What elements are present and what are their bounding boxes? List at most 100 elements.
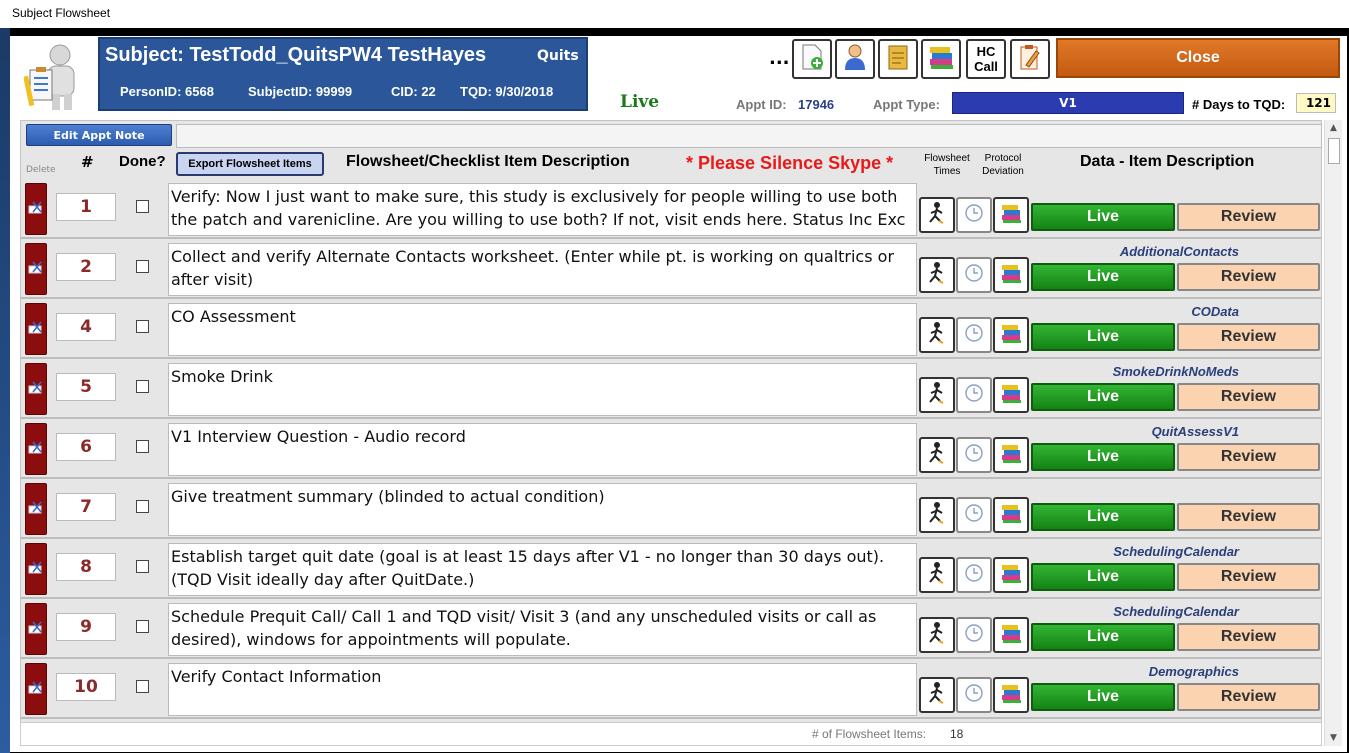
flowsheet-times-button[interactable] [919,197,955,233]
delete-row-button[interactable] [25,543,47,595]
protocol-deviation-button[interactable] [993,257,1029,293]
runner-icon [926,381,948,409]
delete-icon [28,680,44,699]
protocol-deviation-button[interactable] [993,617,1029,653]
clock-button[interactable] [956,257,992,293]
days-to-tqd-field[interactable]: 121 [1296,93,1336,113]
person-button[interactable] [835,39,875,79]
done-checkbox[interactable] [136,380,149,393]
done-checkbox[interactable] [136,500,149,513]
add-document-button[interactable] [792,39,832,79]
clock-button[interactable] [956,617,992,653]
live-button[interactable]: Live [1031,683,1175,711]
delete-row-button[interactable] [25,363,47,415]
protocol-deviation-button[interactable] [993,497,1029,533]
item-number: 2 [56,253,116,281]
flowsheet-times-button[interactable] [919,497,955,533]
subject-title: Subject: TestTodd_QuitsPW4 TestHayes [105,44,487,66]
table-row: 5 Smoke Drink SmokeDrinkNoMeds Live Review [21,361,1321,419]
books-icon [1000,322,1022,348]
delete-icon [28,620,44,639]
delete-row-button[interactable] [25,603,47,655]
clock-button[interactable] [956,437,992,473]
appt-type-field[interactable]: V1 [952,92,1184,114]
done-checkbox[interactable] [136,200,149,213]
flowsheet-times-button[interactable] [919,437,955,473]
flowsheet-times-button[interactable] [919,257,955,293]
live-button[interactable]: Live [1031,443,1175,471]
runner-icon [926,201,948,229]
delete-row-button[interactable] [25,663,47,715]
item-description: Collect and verify Alternate Contacts wo… [168,243,917,296]
edit-appt-note-button[interactable]: Edit Appt Note [26,124,172,146]
delete-icon [28,560,44,579]
flowsheet-times-button[interactable] [919,677,955,713]
item-number: 9 [56,613,116,641]
protocol-deviation-button[interactable] [993,677,1029,713]
flowsheet-times-button[interactable] [919,317,955,353]
protocol-deviation-button[interactable] [993,317,1029,353]
delete-icon [28,500,44,519]
scroll-thumb[interactable] [1328,138,1340,164]
clock-button[interactable] [956,557,992,593]
live-button[interactable]: Live [1031,263,1175,291]
delete-row-button[interactable] [25,483,47,535]
more-options-button[interactable]: ... [769,48,790,69]
live-button[interactable]: Live [1031,323,1175,351]
clock-button[interactable] [956,677,992,713]
export-flowsheet-button[interactable]: Export Flowsheet Items [176,152,324,176]
review-button[interactable]: Review [1177,563,1320,591]
item-number: 1 [56,193,116,221]
flowsheet-times-button[interactable] [919,377,955,413]
person-icon [842,43,868,75]
flowsheet-times-button[interactable] [919,617,955,653]
clipboard-edit-button[interactable] [1010,39,1050,79]
close-button[interactable]: Close [1056,38,1340,78]
protocol-deviation-button[interactable] [993,197,1029,233]
delete-row-button[interactable] [25,183,47,235]
live-button[interactable]: Live [1031,203,1175,231]
notes-button[interactable] [878,39,918,79]
appt-note-field[interactable] [176,124,1322,148]
delete-row-button[interactable] [25,243,47,295]
clock-button[interactable] [956,317,992,353]
delete-row-button[interactable] [25,423,47,475]
runner-icon [926,561,948,589]
scroll-down-arrow-icon[interactable]: ▼ [1325,730,1342,746]
protocol-deviation-button[interactable] [993,437,1029,473]
live-button[interactable]: Live [1031,383,1175,411]
done-checkbox[interactable] [136,620,149,633]
review-button[interactable]: Review [1177,503,1320,531]
clock-button[interactable] [956,377,992,413]
clock-button[interactable] [956,497,992,533]
live-button[interactable]: Live [1031,623,1175,651]
protocol-deviation-button[interactable] [993,557,1029,593]
review-button[interactable]: Review [1177,203,1320,231]
live-button[interactable]: Live [1031,563,1175,591]
review-button[interactable]: Review [1177,323,1320,351]
vertical-scrollbar[interactable]: ▲ ▼ [1324,120,1342,746]
books-icon [1000,262,1022,288]
done-checkbox[interactable] [136,320,149,333]
clock-button[interactable] [956,197,992,233]
review-button[interactable]: Review [1177,623,1320,651]
review-button[interactable]: Review [1177,683,1320,711]
hc-call-button[interactable]: HC Call [966,39,1006,79]
scroll-up-arrow-icon[interactable]: ▲ [1325,120,1342,136]
done-checkbox[interactable] [136,260,149,273]
books-button[interactable] [921,39,961,79]
protocol-deviation-button[interactable] [993,377,1029,413]
review-button[interactable]: Review [1177,443,1320,471]
background-strip [0,28,10,753]
done-checkbox[interactable] [136,560,149,573]
flowsheet-times-button[interactable] [919,557,955,593]
live-button[interactable]: Live [1031,503,1175,531]
clock-icon [964,203,984,227]
delete-row-button[interactable] [25,303,47,355]
review-button[interactable]: Review [1177,383,1320,411]
done-checkbox[interactable] [136,440,149,453]
review-button[interactable]: Review [1177,263,1320,291]
item-description: V1 Interview Question - Audio record [168,423,917,476]
done-checkbox[interactable] [136,680,149,693]
books-icon [1000,442,1022,468]
